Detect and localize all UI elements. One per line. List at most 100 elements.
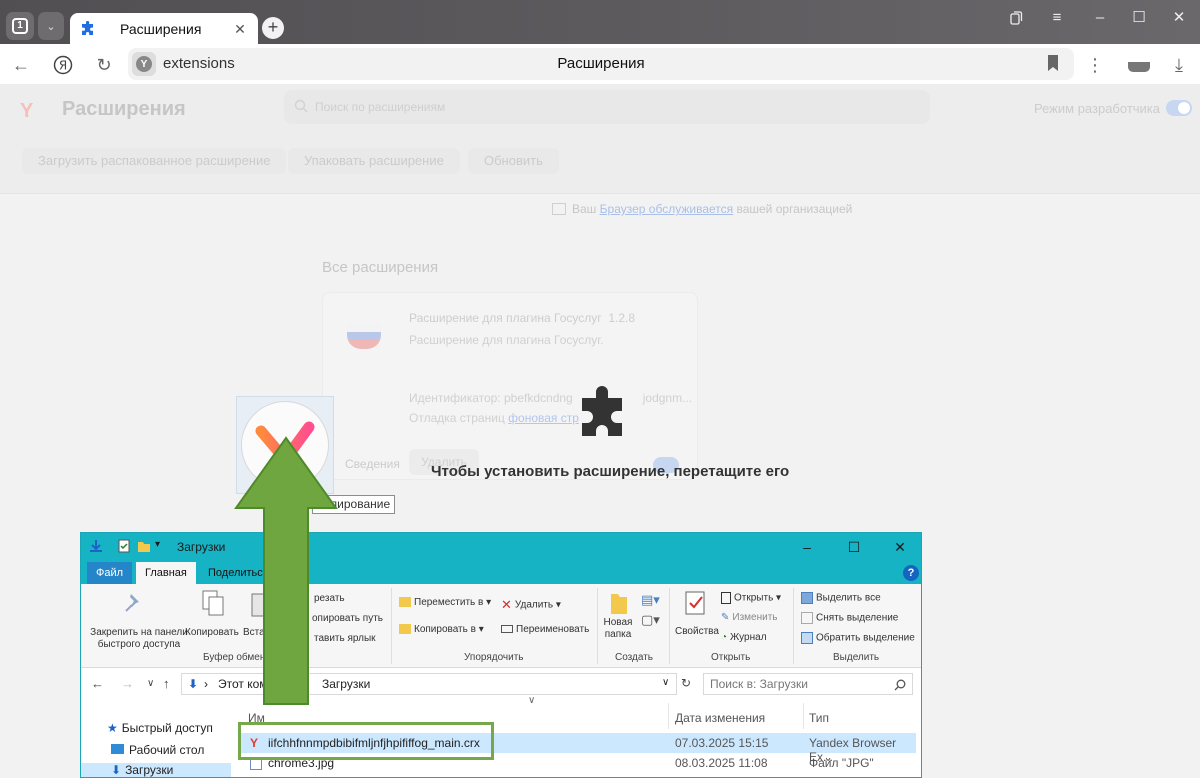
close-icon[interactable]: ✕ — [232, 21, 248, 37]
pin-quick-access-button[interactable]: Закрепить на панели быстрого доступа — [87, 627, 191, 651]
tab-file[interactable]: Файл — [87, 562, 133, 584]
open-button[interactable]: Открыть ▾ — [721, 592, 781, 604]
new-tab-button[interactable]: + — [262, 17, 284, 39]
extension-card: Расширение для плагина Госуслуг 1.2.8 Ра… — [322, 292, 698, 480]
desktop-icon — [111, 744, 124, 754]
explorer-close-button[interactable]: ✕ — [889, 537, 911, 557]
tab-title: Расширения — [120, 20, 202, 37]
tab-count: 1 — [12, 18, 28, 34]
dev-mode-toggle[interactable] — [1166, 100, 1192, 116]
explorer-titlebar: ▾ Загрузки – ☐ ✕ — [81, 533, 921, 562]
tab-home[interactable]: Главная — [136, 562, 196, 584]
managed-link[interactable]: Браузер обслуживается — [600, 202, 733, 216]
qa-dropdown-icon[interactable]: ▾ — [155, 539, 169, 553]
copy-to-button[interactable]: Копировать в ▾ — [399, 624, 484, 635]
organize-group-label: Упорядочить — [464, 652, 524, 663]
nav-quick-access[interactable]: ★ Быстрый доступ — [107, 721, 213, 735]
download-icon[interactable]: ⤓ — [1166, 52, 1192, 78]
file-explorer-window: ▾ Загрузки – ☐ ✕ Файл Главная Поделиться… — [80, 532, 922, 778]
help-icon[interactable]: ? — [903, 565, 919, 581]
menu-icon[interactable]: ≡ — [1045, 6, 1069, 30]
column-date[interactable]: Дата изменения — [675, 711, 765, 725]
invert-selection-button[interactable]: Обратить выделение — [801, 632, 915, 644]
open-group-label: Открыть — [711, 652, 751, 663]
select-none-button[interactable]: Снять выделение — [801, 612, 898, 624]
pack-extension-button[interactable]: Упаковать расширение — [288, 148, 460, 174]
pin-icon — [125, 594, 139, 612]
copy-button[interactable]: Копировать — [185, 627, 239, 638]
close-window-button[interactable]: ✕ — [1167, 6, 1191, 30]
svg-text:Я: Я — [59, 59, 67, 73]
file-date: 08.03.2025 11:08 — [675, 756, 768, 770]
search-icon — [894, 679, 906, 691]
section-title: Все расширения — [322, 259, 439, 276]
folder-qa-icon[interactable] — [137, 539, 151, 553]
load-unpacked-button[interactable]: Загрузить распакованное расширение — [22, 148, 287, 174]
extension-details-button[interactable]: Сведения — [345, 457, 400, 471]
more-menu-icon[interactable]: ⋮ — [1082, 52, 1108, 78]
explorer-maximize-button[interactable]: ☐ — [843, 537, 865, 557]
minimize-button[interactable]: – — [1088, 6, 1112, 30]
back-arrow-icon[interactable]: ← — [91, 676, 104, 691]
rename-button[interactable]: Переименовать — [501, 624, 589, 635]
select-all-button[interactable]: Выделить все — [801, 592, 881, 604]
drop-instruction: Чтобы установить расширение, перетащите … — [431, 463, 790, 480]
create-group-label: Создать — [615, 652, 654, 663]
file-date: 07.03.2025 15:15 — [675, 736, 769, 750]
navigation-pane: ★Быстрый доступ Рабочий стол📌 ⬇Загрузки — [81, 703, 283, 777]
extension-name: Расширение для плагина Госуслуг 1.2.8 — [409, 311, 636, 325]
edit-button[interactable]: ✎ Изменить — [721, 612, 778, 623]
reload-icon[interactable]: ↻ — [91, 52, 117, 78]
search-placeholder: Поиск по расширениям — [315, 100, 446, 114]
yandex-home-button[interactable]: Я — [50, 52, 76, 78]
extension-debug: Отладка страниц фоновая стр — [409, 411, 579, 425]
extensions-search-input[interactable]: Поиск по расширениям — [284, 90, 930, 124]
new-folder-icon — [611, 594, 627, 614]
sort-chevron-icon: ∨ — [528, 695, 536, 706]
recent-dropdown-icon[interactable]: ∨ — [147, 678, 154, 689]
properties-icon — [685, 591, 705, 615]
easy-access-icon[interactable]: ▢▾ — [641, 612, 660, 628]
address-bar: ← Я ↻ Y extensions Расширения ⋮ ⤓ — [0, 44, 1200, 84]
copy-icon — [202, 590, 224, 616]
path-dropdown-icon[interactable]: ∨ — [662, 677, 669, 688]
omnibox[interactable]: Y extensions Расширения — [128, 48, 1074, 80]
properties-qa-icon[interactable] — [117, 539, 131, 553]
explorer-minimize-button[interactable]: – — [796, 537, 818, 557]
ribbon-tabs: Файл Главная Поделиться ? — [81, 562, 921, 584]
nav-desktop[interactable]: Рабочий стол📌 — [111, 743, 283, 757]
background-page-link[interactable]: фоновая стр — [508, 411, 579, 425]
page-header: Y Расширения Поиск по расширениям Режим … — [0, 84, 1200, 194]
move-to-button[interactable]: Переместить в ▾ — [399, 597, 491, 608]
search-icon — [294, 99, 308, 113]
extension-id: Идентификатор: pbefkdcndng jodgnm... — [409, 391, 693, 405]
refresh-icon[interactable]: ↻ — [681, 676, 691, 690]
new-folder-button[interactable]: Новая папка — [603, 617, 633, 641]
properties-button[interactable]: Свойства — [675, 626, 719, 637]
profile-icon[interactable] — [1126, 52, 1152, 78]
nav-downloads[interactable]: ⬇ Загрузки — [81, 763, 231, 777]
puzzle-icon — [582, 386, 622, 436]
maximize-button[interactable]: ☐ — [1127, 6, 1151, 30]
history-button[interactable]: ◔ Журнал — [721, 632, 767, 643]
highlighted-file-outline — [238, 722, 494, 760]
delete-button[interactable]: ✕ Удалить ▾ — [501, 597, 561, 613]
puzzle-icon — [82, 20, 93, 35]
explorer-search-input[interactable]: Поиск в: Загрузки — [703, 673, 913, 695]
up-arrow-icon[interactable]: ↑ — [163, 676, 170, 691]
column-type[interactable]: Тип — [809, 711, 829, 725]
gosuslugi-flag-icon — [347, 323, 381, 349]
dev-mode-label: Режим разработчика — [1034, 101, 1161, 116]
forward-arrow-icon[interactable]: → — [121, 676, 134, 691]
download-folder-icon: ⬇ — [188, 677, 199, 691]
tab-counter-button[interactable]: 1 — [6, 12, 34, 40]
omnibox-page-title: Расширения — [557, 55, 645, 72]
download-folder-icon: ⬇ — [111, 763, 122, 777]
tab-extensions[interactable]: Расширения ✕ — [70, 13, 258, 44]
bookmark-icon[interactable] — [1046, 54, 1060, 72]
update-button[interactable]: Обновить — [468, 148, 559, 174]
chevron-down-icon[interactable]: ⌄ — [38, 12, 64, 40]
back-arrow-icon[interactable]: ← — [8, 52, 34, 78]
new-item-icon[interactable]: ▤▾ — [641, 592, 660, 608]
collections-icon[interactable] — [1004, 6, 1028, 30]
